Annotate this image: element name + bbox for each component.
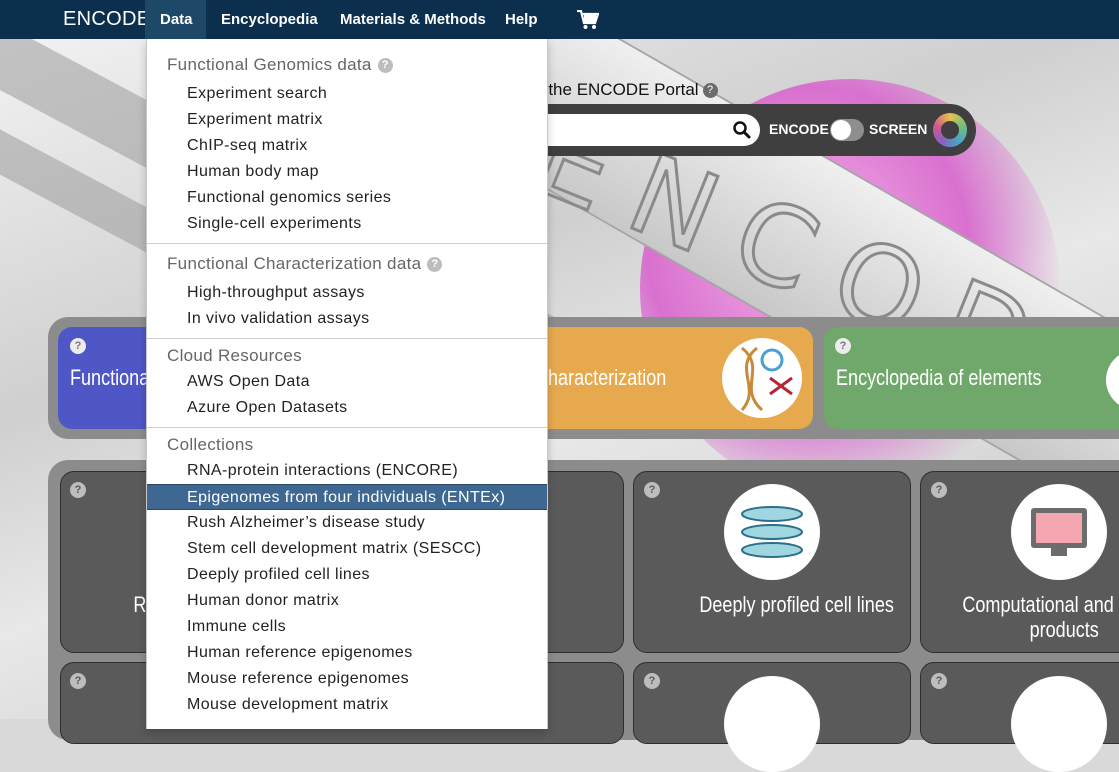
dna-scissors-icon: [722, 338, 802, 418]
dna-scissors-glyph: [740, 346, 793, 412]
help-icon[interactable]: ?: [931, 673, 947, 689]
help-icon[interactable]: ?: [835, 338, 851, 354]
search-label: rch the ENCODE Portal?: [520, 80, 718, 100]
menu-item-deeply-profiled-cell-lines[interactable]: Deeply profiled cell lines: [147, 562, 547, 588]
tile-title: Computational and inte: [962, 592, 1119, 617]
menu-item-encore[interactable]: RNA-protein interactions (ENCORE): [147, 458, 547, 484]
network-diagram-icon: [1011, 676, 1107, 772]
data-dropdown-menu: Functional Genomics data? Experiment sea…: [146, 39, 548, 729]
menu-item-aws-open-data[interactable]: AWS Open Data: [147, 369, 547, 395]
menu-item-rush-alzheimers[interactable]: Rush Alzheimer’s disease study: [147, 510, 547, 536]
help-icon[interactable]: ?: [377, 58, 393, 73]
cart-glyph: [577, 9, 600, 29]
petri-dish-icon: [724, 484, 820, 580]
menu-divider: [147, 243, 547, 244]
shopping-cart-icon[interactable]: [562, 0, 614, 39]
petri-dish-glyph: [741, 506, 803, 558]
search-input[interactable]: [520, 114, 760, 146]
menu-item-high-throughput-assays[interactable]: High-throughput assays: [147, 280, 547, 306]
category-title: haracterization: [548, 365, 667, 390]
top-navbar: ENCODE Data Encyclopedia Materials & Met…: [0, 0, 1119, 39]
help-icon[interactable]: ?: [644, 673, 660, 689]
help-icon[interactable]: ?: [931, 482, 947, 498]
computer-brain-icon: [1011, 484, 1107, 580]
section-heading-text: Functional Characterization data: [167, 254, 422, 273]
help-icon[interactable]: ?: [644, 482, 660, 498]
search-help-icon[interactable]: ?: [702, 83, 718, 99]
tile-title-partial: R: [133, 592, 147, 617]
nav-materials-methods[interactable]: Materials & Methods: [325, 0, 501, 39]
section-heading-collections: Collections: [167, 435, 254, 454]
tile-title: Deeply profiled cell lines: [699, 592, 894, 617]
section-heading-text: Functional Genomics data: [167, 55, 372, 74]
menu-item-human-body-map[interactable]: Human body map: [147, 159, 547, 185]
tile-title: products: [1029, 617, 1099, 642]
menu-item-mouse-development-matrix[interactable]: Mouse development matrix: [147, 692, 547, 718]
section-heading-cloud-resources: Cloud Resources: [167, 346, 302, 365]
category-title: Functional: [70, 365, 154, 390]
menu-item-single-cell-experiments[interactable]: Single-cell experiments: [147, 211, 547, 237]
toggle-label-screen: SCREEN: [869, 121, 928, 137]
menu-item-human-donor-matrix[interactable]: Human donor matrix: [147, 588, 547, 614]
menu-item-functional-genomics-series[interactable]: Functional genomics series: [147, 185, 547, 211]
help-icon[interactable]: ?: [70, 673, 86, 689]
menu-divider: [147, 338, 547, 339]
category-title: Encyclopedia of elements: [836, 365, 1042, 390]
menu-item-azure-open-datasets[interactable]: Azure Open Datasets: [147, 395, 547, 421]
nav-data[interactable]: Data: [145, 0, 206, 39]
menu-item-experiment-matrix[interactable]: Experiment matrix: [147, 107, 547, 133]
computer-brain-glyph: [1031, 508, 1087, 556]
section-heading-functional-characterization: Functional Characterization data?: [167, 254, 443, 274]
menu-item-experiment-search[interactable]: Experiment search: [147, 81, 547, 107]
help-icon[interactable]: ?: [70, 338, 86, 354]
toggle-knob[interactable]: [831, 120, 851, 140]
toggle-label-encode: ENCODE: [769, 121, 829, 137]
menu-item-chip-seq-matrix[interactable]: ChIP-seq matrix: [147, 133, 547, 159]
menu-item-entex[interactable]: Epigenomes from four individuals (ENTEx): [147, 484, 547, 510]
help-icon[interactable]: ?: [70, 482, 86, 498]
search-icon[interactable]: [732, 120, 752, 140]
nav-encyclopedia[interactable]: Encyclopedia: [206, 0, 333, 39]
menu-item-mouse-reference-epigenomes[interactable]: Mouse reference epigenomes: [147, 666, 547, 692]
section-heading-functional-genomics: Functional Genomics data?: [167, 55, 393, 75]
screen-logo-icon[interactable]: [933, 113, 967, 147]
help-icon[interactable]: ?: [427, 257, 443, 272]
menu-divider: [147, 427, 547, 428]
menu-item-human-reference-epigenomes[interactable]: Human reference epigenomes: [147, 640, 547, 666]
menu-item-in-vivo-validation-assays[interactable]: In vivo validation assays: [147, 306, 547, 332]
nav-help[interactable]: Help: [490, 0, 553, 39]
cell-cluster-icon: [724, 676, 820, 772]
menu-item-immune-cells[interactable]: Immune cells: [147, 614, 547, 640]
brand-logo[interactable]: ENCODE: [63, 0, 150, 39]
menu-item-sescc[interactable]: Stem cell development matrix (SESCC): [147, 536, 547, 562]
